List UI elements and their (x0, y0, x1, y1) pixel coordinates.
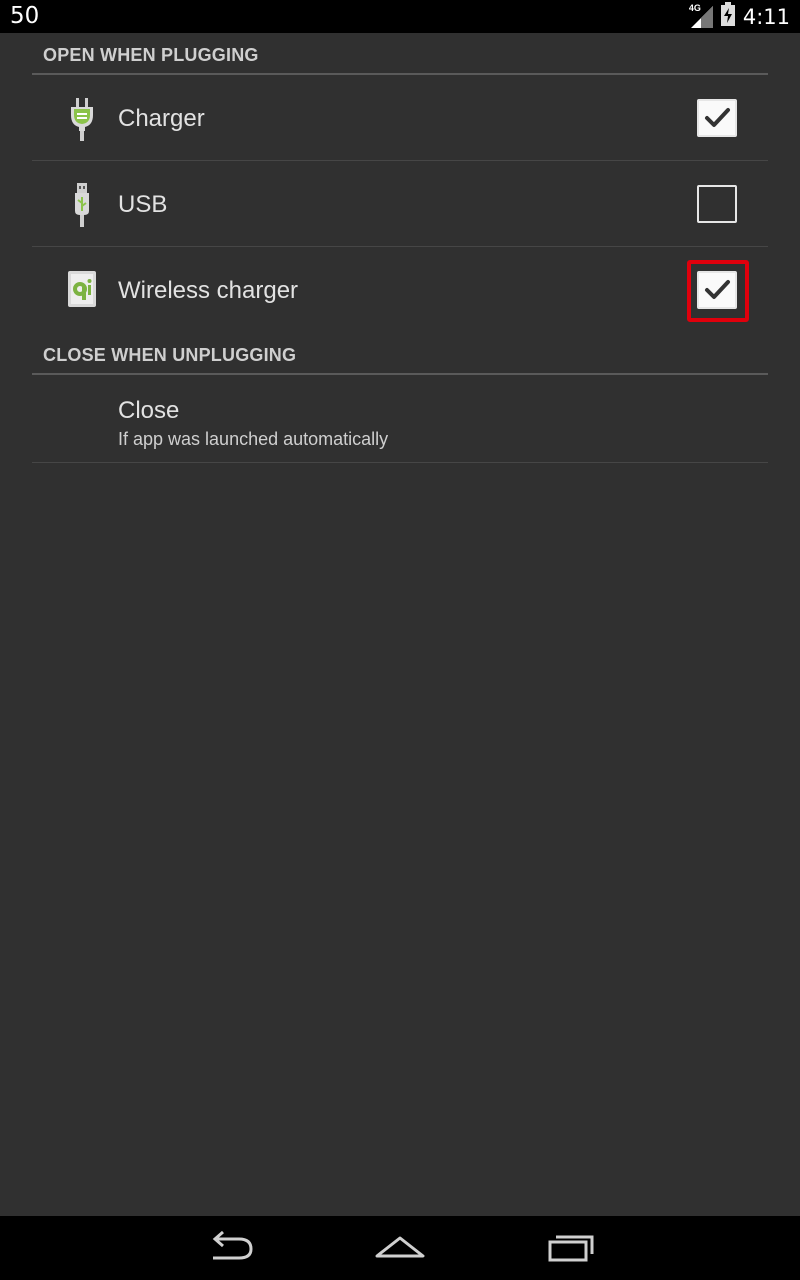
section-header-open: OPEN WHEN PLUGGING (32, 33, 768, 75)
wireless-charger-checkbox[interactable] (697, 271, 737, 309)
home-icon[interactable] (374, 1230, 426, 1271)
signal-icon: 4G (688, 2, 713, 28)
charger-plug-icon (60, 97, 104, 141)
back-icon[interactable] (205, 1230, 255, 1271)
item-label: USB (118, 191, 168, 218)
charger-checkbox[interactable] (697, 99, 737, 137)
item-summary: If app was launched automatically (118, 429, 389, 449)
status-left-text: 50 (10, 3, 40, 29)
section-header-label: CLOSE WHEN UNPLUGGING (43, 345, 297, 365)
section-header-label: OPEN WHEN PLUGGING (43, 45, 259, 65)
list-item-usb[interactable]: USB (32, 161, 768, 247)
navigation-bar (0, 1216, 800, 1280)
battery-charging-icon (720, 2, 735, 31)
network-type-label: 4G (688, 2, 701, 13)
usb-plug-icon (60, 183, 104, 227)
status-icons: 4G 4:11 (688, 2, 790, 31)
section-header-close: CLOSE WHEN UNPLUGGING (32, 333, 768, 375)
status-bar: 50 4G 4:11 (0, 0, 800, 33)
list-item-close[interactable]: Close If app was launched automatically (32, 375, 768, 463)
usb-checkbox[interactable] (697, 185, 737, 223)
item-label: Wireless charger (118, 277, 299, 304)
item-title: Close (118, 397, 180, 424)
recent-apps-icon[interactable] (546, 1230, 598, 1271)
list-item-wireless-charger[interactable]: Wireless charger (32, 247, 768, 333)
qi-wireless-icon (60, 269, 104, 313)
list-item-charger[interactable]: Charger (32, 75, 768, 161)
settings-list: OPEN WHEN PLUGGING Charger USB Wireless … (32, 33, 768, 463)
checkmark-icon (705, 108, 730, 127)
checkmark-icon (705, 280, 730, 299)
status-time: 4:11 (742, 4, 790, 29)
item-label: Charger (118, 105, 205, 132)
